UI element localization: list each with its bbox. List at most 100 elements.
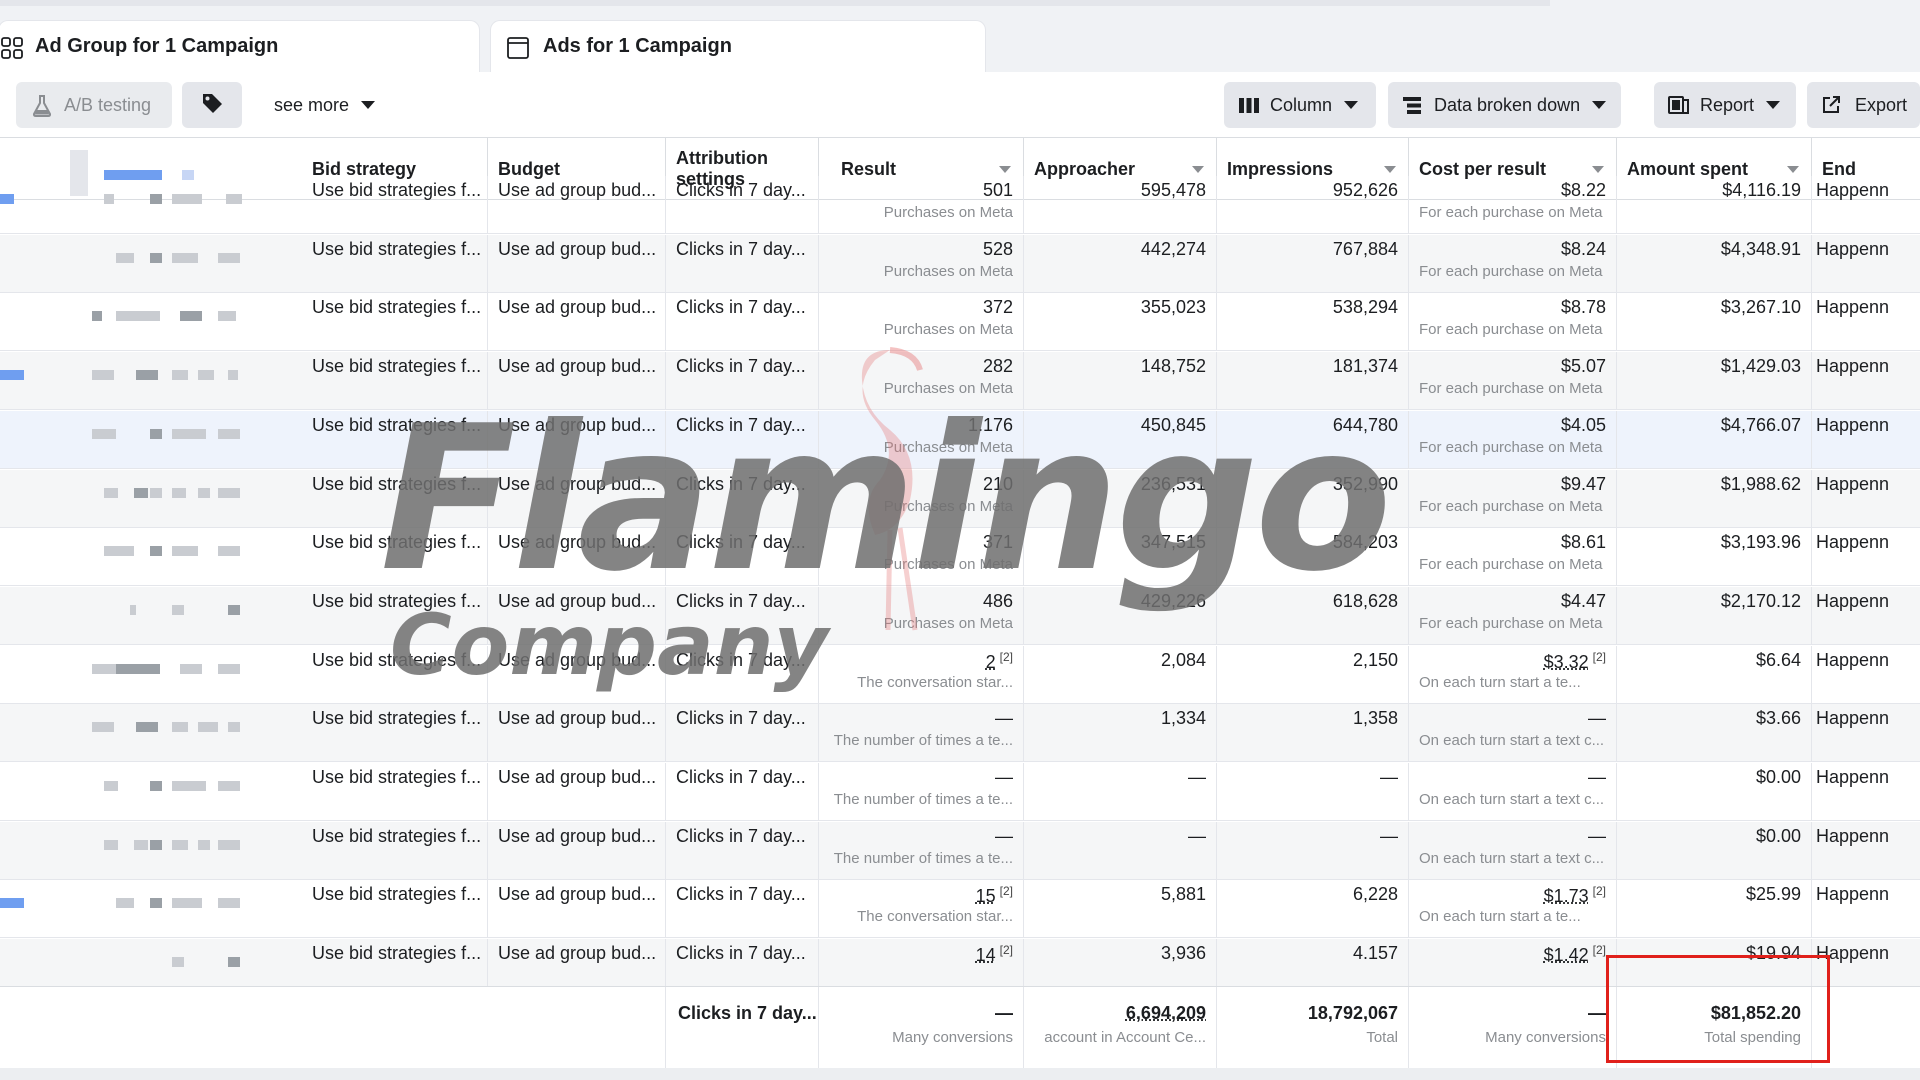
cost-per-result-cell: $8.24 For each purchase on Meta [1409,235,1617,293]
bid-strategy-cell-value: Use bid strategies f... [312,650,482,670]
approacher-cell: 2,084 [1024,646,1217,704]
end-cell: Happenn [1812,470,1920,528]
ad-group-name-cell[interactable] [0,587,306,645]
report-button[interactable]: Report [1654,82,1796,128]
pixelated-name [92,311,102,321]
pixelated-name [104,546,134,556]
table-row[interactable]: Use bid strategies f... Use ad group bud.… [0,646,1920,704]
end-cell-value: Happenn [1816,767,1890,787]
bid-strategy-cell-value: Use bid strategies f... [312,767,482,787]
attribution-cell-value: Clicks in 7 day... [676,767,806,787]
table-row[interactable]: Use bid strategies f... Use ad group bud.… [0,352,1920,410]
column-button[interactable]: Column [1224,82,1376,128]
budget-cell: Use ad group bud... [488,880,666,938]
cost-per-result-cell: $8.22 For each purchase on Meta [1409,176,1617,234]
pixelated-name [172,370,188,380]
table-row[interactable]: Use bid strategies f... Use ad group bud.… [0,822,1920,880]
ad-group-name-cell[interactable] [0,822,306,880]
ad-group-name-cell[interactable] [0,704,306,762]
pixelated-name [0,194,14,204]
export-button[interactable]: Export [1807,82,1920,128]
table-row[interactable]: Use bid strategies f... Use ad group bud.… [0,704,1920,762]
table-row[interactable]: Use bid strategies f... Use ad group bud.… [0,587,1920,645]
cost-per-result-cell-value[interactable]: $3.32 [1544,652,1589,672]
totals-attribution-cell: Clicks in 7 day... [666,987,819,1069]
ad-group-name-cell[interactable] [0,646,306,704]
result-cell-value: 371 [982,532,1013,552]
ab-testing-button[interactable]: A/B testing [16,82,172,128]
tag-button[interactable] [182,82,242,128]
table-row[interactable]: Use bid strategies f... Use ad group bud.… [0,763,1920,821]
end-cell-value: Happenn [1816,826,1890,846]
see-more-button[interactable]: see more [274,82,384,128]
result-cell: 528 Purchases on Meta [819,235,1024,293]
bid-strategy-cell-value: Use bid strategies f... [312,708,482,728]
pixelated-name [218,840,240,850]
result-cell: 15 [2] The conversation star... [819,880,1024,938]
breakdown-button[interactable]: Data broken down [1388,82,1621,128]
footnote-marker: [2] [999,884,1013,898]
cost-per-result-cell-value[interactable]: $1.42 [1544,945,1589,965]
ad-group-name-cell[interactable] [0,470,306,528]
ad-group-name-cell[interactable] [0,880,306,938]
pixelated-name [228,370,238,380]
table-row[interactable]: Use bid strategies f... Use ad group bud.… [0,411,1920,469]
bid-strategy-cell: Use bid strategies f... [302,411,488,469]
impressions-cell-value: 6,228 [1352,884,1398,904]
cost-per-result-cell-subtext: On each turn start a te... [1419,674,1581,691]
table-row[interactable]: Use bid strategies f... Use ad group bud.… [0,880,1920,938]
cost-per-result-cell-subtext: On each turn start a te... [1419,908,1581,925]
sort-icon [1787,166,1799,173]
amount-spent-cell: $0.00 [1617,822,1812,880]
table-row[interactable]: Use bid strategies f... Use ad group bud.… [0,528,1920,586]
ad-group-name-cell[interactable] [0,293,306,351]
ad-group-name-cell[interactable] [0,411,306,469]
ad-group-name-cell[interactable] [0,352,306,410]
pixelated-name [150,781,162,791]
value-with-footnote[interactable]: 2 [2] [986,650,1013,673]
value-with-footnote[interactable]: 14 [2] [976,943,1013,966]
chevron-down-icon [1592,101,1607,109]
pixelated-name [172,488,186,498]
tab-ads[interactable]: Ads for 1 Campaign [490,20,986,72]
ad-group-name-cell[interactable] [0,235,306,293]
ad-group-name-cell[interactable] [0,176,306,234]
approacher-cell-value: 1,334 [1160,708,1206,728]
pixelated-name [116,664,160,674]
table-row[interactable]: Use bid strategies f... Use ad group bud.… [0,235,1920,293]
result-cell-value[interactable]: 2 [986,652,996,672]
amount-spent-cell-value: $4,116.19 [1722,180,1801,200]
bid-strategy-cell: Use bid strategies f... [302,470,488,528]
table-row[interactable]: Use bid strategies f... Use ad group bud.… [0,470,1920,528]
pixelated-name [180,664,202,674]
pixelated-name [218,664,240,674]
tab-ad-group[interactable]: Ad Group for 1 Campaign [0,20,480,72]
bid-strategy-cell-value: Use bid strategies f... [312,532,482,552]
result-cell: 282 Purchases on Meta [819,352,1024,410]
end-cell: Happenn [1812,352,1920,410]
amount-spent-cell: $25.99 [1617,880,1812,938]
result-cell-value: — [995,708,1013,728]
value-with-footnote[interactable]: $3.32 [2] [1544,650,1606,673]
cost-per-result-cell-subtext: For each purchase on Meta [1419,615,1603,632]
attribution-cell-value: Clicks in 7 day... [676,884,806,904]
budget-cell: Use ad group bud... [488,293,666,351]
end-cell: Happenn [1812,587,1920,645]
attribution-cell: Clicks in 7 day... [666,528,819,586]
ad-group-name-cell[interactable] [0,763,306,821]
column-label: Column [1270,94,1333,115]
value-with-footnote[interactable]: 15 [2] [976,884,1013,907]
table-row[interactable]: Use bid strategies f... Use ad group bud.… [0,293,1920,351]
result-cell-value[interactable]: 14 [976,945,996,965]
totals-approacher[interactable]: 6,694,209 [1126,1003,1206,1024]
table-row[interactable]: Use bid strategies f... Use ad group bud.… [0,176,1920,234]
cost-per-result-cell-value[interactable]: $1.73 [1544,886,1589,906]
result-cell-value[interactable]: 15 [976,886,996,906]
attribution-cell-value: Clicks in 7 day... [676,297,806,317]
ad-group-name-cell[interactable] [0,528,306,586]
value-with-footnote[interactable]: $1.42 [2] [1544,943,1606,966]
top-divider [0,0,1550,6]
bid-strategy-cell: Use bid strategies f... [302,528,488,586]
value-with-footnote[interactable]: $1.73 [2] [1544,884,1606,907]
impressions-cell-value: 1,358 [1352,708,1398,728]
